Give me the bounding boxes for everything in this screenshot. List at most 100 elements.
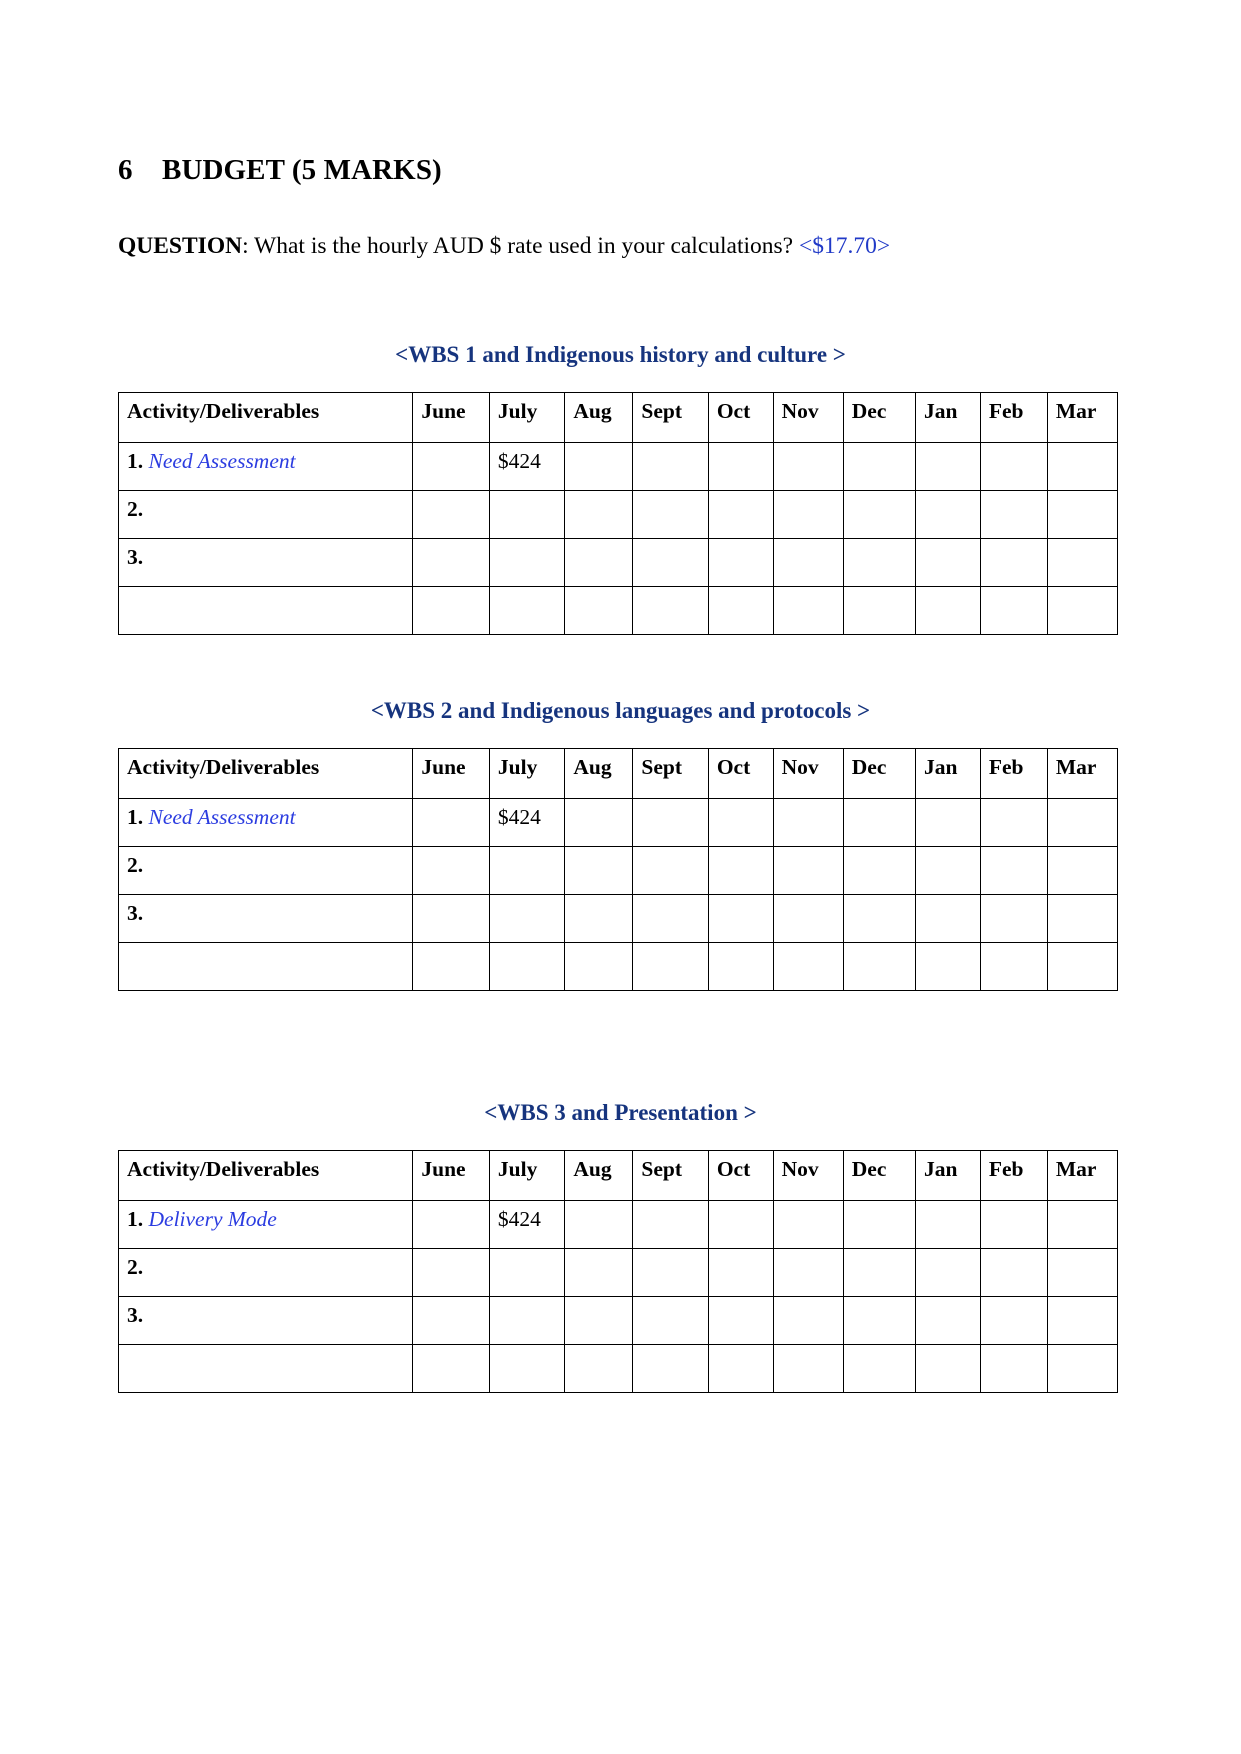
cell-feb[interactable]	[979, 1199, 1048, 1249]
cell-july[interactable]	[488, 1295, 566, 1345]
cell-mar[interactable]	[1046, 1247, 1119, 1297]
cell-sept[interactable]	[632, 1295, 709, 1345]
cell-jan[interactable]	[915, 1199, 981, 1249]
cell-aug[interactable]	[564, 538, 634, 588]
cell-jan[interactable]	[915, 1247, 981, 1297]
activity-cell[interactable]: 3.	[117, 538, 414, 588]
cell-july[interactable]: $424	[488, 1199, 566, 1249]
cell-jan[interactable]	[915, 941, 981, 991]
cell-feb[interactable]	[979, 1295, 1048, 1345]
cell-aug[interactable]	[564, 1199, 634, 1249]
cell-dec[interactable]	[842, 586, 917, 636]
cell-dec[interactable]	[842, 845, 917, 895]
cell-aug[interactable]	[564, 893, 634, 943]
cell-nov[interactable]	[772, 941, 844, 991]
cell-dec[interactable]	[842, 1295, 917, 1345]
activity-cell[interactable]	[117, 941, 414, 991]
cell-oct[interactable]	[707, 1343, 774, 1393]
cell-mar[interactable]	[1046, 893, 1119, 943]
cell-dec[interactable]	[842, 1247, 917, 1297]
cell-sept[interactable]	[632, 941, 709, 991]
cell-sept[interactable]	[632, 845, 709, 895]
cell-june[interactable]	[412, 1247, 490, 1297]
cell-mar[interactable]	[1046, 845, 1119, 895]
cell-dec[interactable]	[842, 538, 917, 588]
cell-mar[interactable]	[1046, 442, 1119, 492]
cell-aug[interactable]	[564, 586, 634, 636]
cell-mar[interactable]	[1046, 1343, 1119, 1393]
cell-mar[interactable]	[1046, 490, 1119, 540]
cell-july[interactable]	[488, 893, 566, 943]
cell-nov[interactable]	[772, 1343, 844, 1393]
cell-aug[interactable]	[564, 845, 634, 895]
cell-aug[interactable]	[564, 490, 634, 540]
activity-cell[interactable]: 3.	[117, 893, 414, 943]
activity-cell[interactable]: 1. Delivery Mode	[117, 1199, 414, 1249]
cell-sept[interactable]	[632, 586, 709, 636]
cell-feb[interactable]	[979, 490, 1048, 540]
cell-oct[interactable]	[707, 490, 774, 540]
cell-july[interactable]	[488, 1247, 566, 1297]
cell-oct[interactable]	[707, 893, 774, 943]
cell-oct[interactable]	[707, 845, 774, 895]
cell-mar[interactable]	[1046, 538, 1119, 588]
cell-jan[interactable]	[915, 586, 981, 636]
cell-july[interactable]	[488, 538, 566, 588]
cell-mar[interactable]	[1046, 797, 1119, 847]
cell-nov[interactable]	[772, 1295, 844, 1345]
cell-jan[interactable]	[915, 845, 981, 895]
cell-sept[interactable]	[632, 1247, 709, 1297]
cell-aug[interactable]	[564, 1247, 634, 1297]
cell-nov[interactable]	[772, 893, 844, 943]
cell-oct[interactable]	[707, 586, 774, 636]
cell-feb[interactable]	[979, 442, 1048, 492]
cell-june[interactable]	[412, 490, 490, 540]
cell-mar[interactable]	[1046, 941, 1119, 991]
cell-nov[interactable]	[772, 538, 844, 588]
cell-feb[interactable]	[979, 797, 1048, 847]
cell-july[interactable]: $424	[488, 442, 566, 492]
cell-dec[interactable]	[842, 1343, 917, 1393]
cell-jan[interactable]	[915, 1295, 981, 1345]
cell-sept[interactable]	[632, 797, 709, 847]
cell-jan[interactable]	[915, 442, 981, 492]
cell-feb[interactable]	[979, 941, 1048, 991]
cell-mar[interactable]	[1046, 586, 1119, 636]
cell-dec[interactable]	[842, 490, 917, 540]
cell-oct[interactable]	[707, 797, 774, 847]
cell-nov[interactable]	[772, 845, 844, 895]
cell-june[interactable]	[412, 1199, 490, 1249]
cell-aug[interactable]	[564, 941, 634, 991]
cell-june[interactable]	[412, 1343, 490, 1393]
cell-sept[interactable]	[632, 538, 709, 588]
cell-jan[interactable]	[915, 538, 981, 588]
activity-cell[interactable]	[117, 586, 414, 636]
cell-feb[interactable]	[979, 893, 1048, 943]
cell-july[interactable]	[488, 1343, 566, 1393]
cell-june[interactable]	[412, 845, 490, 895]
activity-cell[interactable]	[117, 1343, 414, 1393]
cell-feb[interactable]	[979, 538, 1048, 588]
cell-dec[interactable]	[842, 1199, 917, 1249]
cell-feb[interactable]	[979, 1343, 1048, 1393]
cell-oct[interactable]	[707, 1295, 774, 1345]
cell-june[interactable]	[412, 538, 490, 588]
cell-sept[interactable]	[632, 1343, 709, 1393]
cell-jan[interactable]	[915, 1343, 981, 1393]
cell-mar[interactable]	[1046, 1295, 1119, 1345]
cell-nov[interactable]	[772, 490, 844, 540]
cell-june[interactable]	[412, 941, 490, 991]
cell-mar[interactable]	[1046, 1199, 1119, 1249]
cell-oct[interactable]	[707, 538, 774, 588]
activity-cell[interactable]: 2.	[117, 1247, 414, 1297]
cell-june[interactable]	[412, 442, 490, 492]
cell-july[interactable]	[488, 941, 566, 991]
cell-june[interactable]	[412, 586, 490, 636]
cell-nov[interactable]	[772, 586, 844, 636]
cell-oct[interactable]	[707, 442, 774, 492]
cell-dec[interactable]	[842, 893, 917, 943]
cell-nov[interactable]	[772, 1247, 844, 1297]
cell-oct[interactable]	[707, 1247, 774, 1297]
cell-sept[interactable]	[632, 442, 709, 492]
cell-nov[interactable]	[772, 442, 844, 492]
